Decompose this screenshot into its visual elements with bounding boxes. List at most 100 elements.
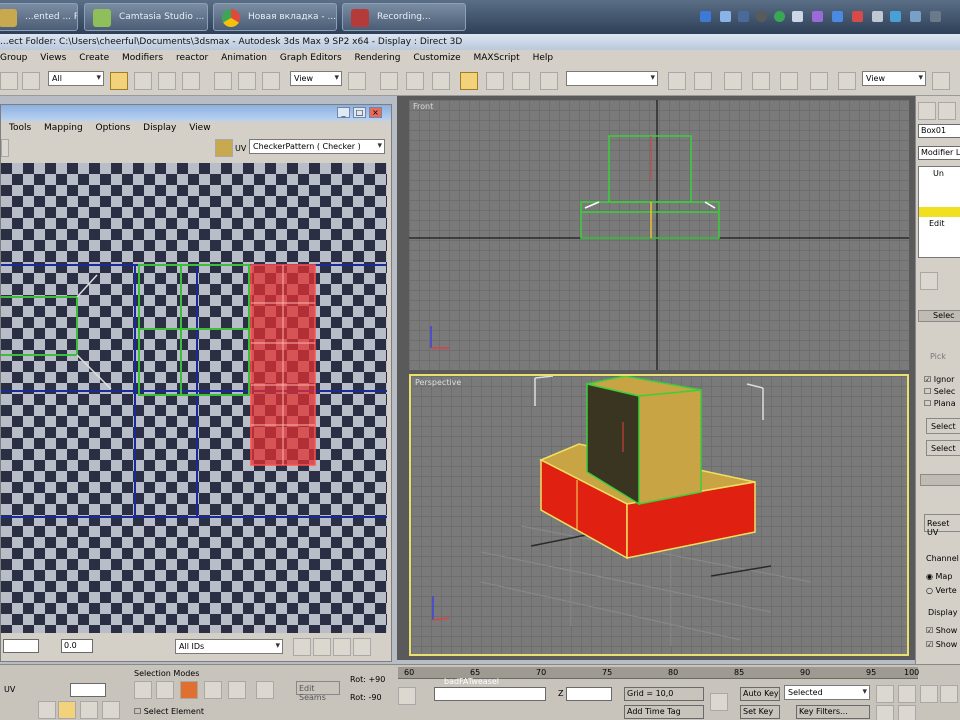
stack-item-unwrap[interactable]: Un <box>919 167 960 178</box>
auto-key-button[interactable]: Auto Key <box>740 687 780 701</box>
rectangular-selection-icon[interactable] <box>158 72 176 90</box>
mirror-icon[interactable] <box>668 72 686 90</box>
tray-icon-7[interactable] <box>812 11 823 22</box>
taskbar-button-camtasia[interactable]: Camtasia Studio ... <box>84 3 208 31</box>
lock-selection-icon[interactable] <box>398 687 416 705</box>
select-rotate-icon[interactable] <box>238 72 256 90</box>
material-editor-icon[interactable] <box>810 72 828 90</box>
uv-menu-display[interactable]: Display <box>143 123 176 133</box>
rot-minus-90-button[interactable]: Rot: -90 <box>350 693 382 702</box>
modifier-list-dropdown[interactable]: Modifier Li <box>918 146 960 160</box>
select-by-name-icon[interactable] <box>134 72 152 90</box>
x-coordinate-field[interactable] <box>434 687 546 701</box>
edit-named-selection-icon[interactable] <box>512 72 530 90</box>
layer-manager-icon[interactable] <box>724 72 742 90</box>
maximize-icon[interactable]: □ <box>353 107 366 118</box>
menu-animation[interactable]: Animation <box>221 53 267 63</box>
modifier-stack[interactable]: Un Edit <box>918 166 960 258</box>
pan-icon[interactable] <box>293 638 311 656</box>
key-mode-icon[interactable] <box>876 705 894 720</box>
window-crossing-icon[interactable] <box>182 72 200 90</box>
radio-vertex[interactable]: ○ Verte <box>926 584 957 598</box>
edit-seams-button[interactable]: Edit Seams <box>296 681 340 702</box>
uv-menu-options[interactable]: Options <box>96 123 131 133</box>
checkbox-planar[interactable]: ☐ Plana <box>924 398 956 410</box>
tray-icon-5[interactable] <box>774 11 785 22</box>
checker-map-icon[interactable] <box>215 139 233 157</box>
menu-group[interactable]: Group <box>0 53 27 63</box>
curve-tool-icon[interactable] <box>80 701 98 719</box>
menu-help[interactable]: Help <box>533 53 554 63</box>
paint-select-icon[interactable] <box>38 701 56 719</box>
rollout-selection[interactable]: Selec <box>918 310 960 322</box>
checkbox-show-1[interactable]: ☑ Show <box>926 624 957 638</box>
snaps-toggle-icon[interactable] <box>406 72 424 90</box>
zoom-icon[interactable] <box>313 638 331 656</box>
uv-menu-tools[interactable]: Tools <box>9 123 31 133</box>
pivot-center-icon[interactable] <box>348 72 366 90</box>
reference-coordinate-dropdown[interactable]: View <box>290 71 342 86</box>
redo-icon[interactable] <box>22 72 40 90</box>
named-selection-icon[interactable] <box>540 72 558 90</box>
uv-canvas[interactable] <box>1 163 387 633</box>
undo-icon[interactable] <box>0 72 18 90</box>
angle-snap-icon[interactable] <box>432 72 450 90</box>
go-to-start-icon[interactable] <box>876 685 894 703</box>
grow-selection-icon[interactable] <box>228 681 246 699</box>
key-selection-dropdown[interactable]: Selected <box>784 685 870 700</box>
named-selection-sets-dropdown[interactable] <box>566 71 658 86</box>
schematic-view-icon[interactable] <box>780 72 798 90</box>
select-move-icon[interactable] <box>214 72 232 90</box>
zoom-extents-icon[interactable] <box>353 638 371 656</box>
quick-render-icon[interactable] <box>932 72 950 90</box>
checkbox-select[interactable]: ☐ Selec <box>924 386 956 398</box>
uv-tool-icon[interactable] <box>1 139 9 157</box>
select-manipulate-icon[interactable] <box>380 72 398 90</box>
menu-graph-editors[interactable]: Graph Editors <box>280 53 342 63</box>
menu-create[interactable]: Create <box>79 53 109 63</box>
create-tab-icon[interactable] <box>918 102 936 120</box>
tray-icon-3[interactable] <box>738 11 749 22</box>
taskbar-button-presentation[interactable]: ...ented ... Proje... <box>0 3 78 31</box>
select-button-1[interactable]: Select <box>926 418 960 434</box>
menu-reactor[interactable]: reactor <box>176 53 208 63</box>
render-type-dropdown[interactable]: View <box>862 71 926 86</box>
select-object-icon[interactable] <box>110 72 128 90</box>
stack-item-selected[interactable] <box>919 207 960 217</box>
v-spinner[interactable]: 0.0 <box>61 639 93 653</box>
key-filters-button[interactable]: Key Filters... <box>796 705 870 719</box>
menu-rendering[interactable]: Rendering <box>355 53 401 63</box>
menu-maxscript[interactable]: MAXScript <box>473 53 519 63</box>
menu-customize[interactable]: Customize <box>413 53 460 63</box>
uv-menu-mapping[interactable]: Mapping <box>44 123 83 133</box>
tray-icon-11[interactable] <box>890 11 901 22</box>
minimize-icon[interactable]: _ <box>337 107 350 118</box>
align-icon[interactable] <box>694 72 712 90</box>
go-to-end-icon[interactable] <box>940 685 958 703</box>
radio-map[interactable]: ◉ Map <box>926 570 957 584</box>
rollout-header[interactable] <box>920 474 960 486</box>
taskbar-button-recording[interactable]: Recording... <box>342 3 466 31</box>
tray-icon-10[interactable] <box>872 11 883 22</box>
vertex-mode-icon[interactable] <box>134 681 152 699</box>
stop-icon[interactable] <box>920 685 938 703</box>
face-mode-icon[interactable] <box>180 681 198 699</box>
u-spinner[interactable] <box>3 639 39 653</box>
pin-stack-icon[interactable] <box>920 272 938 290</box>
tray-icon-12[interactable] <box>910 11 921 22</box>
tray-icon-2[interactable] <box>720 11 731 22</box>
shrink-selection-icon[interactable] <box>256 681 274 699</box>
add-time-tag-button[interactable]: Add Time Tag <box>624 705 704 719</box>
select-element-checkbox[interactable]: ☐ Select Element <box>134 707 204 716</box>
curve-editor-icon[interactable] <box>752 72 770 90</box>
uv-menu-view[interactable]: View <box>189 123 210 133</box>
close-icon[interactable]: × <box>369 107 382 118</box>
menu-modifiers[interactable]: Modifiers <box>122 53 163 63</box>
texture-map-dropdown[interactable]: CheckerPattern ( Checker ) <box>249 139 385 154</box>
tray-icon-4[interactable] <box>756 11 767 22</box>
select-scale-icon[interactable] <box>262 72 280 90</box>
time-config-icon[interactable] <box>898 705 916 720</box>
tray-icon-1[interactable] <box>700 11 711 22</box>
element-mode-icon[interactable] <box>204 681 222 699</box>
brush-icon[interactable] <box>58 701 76 719</box>
